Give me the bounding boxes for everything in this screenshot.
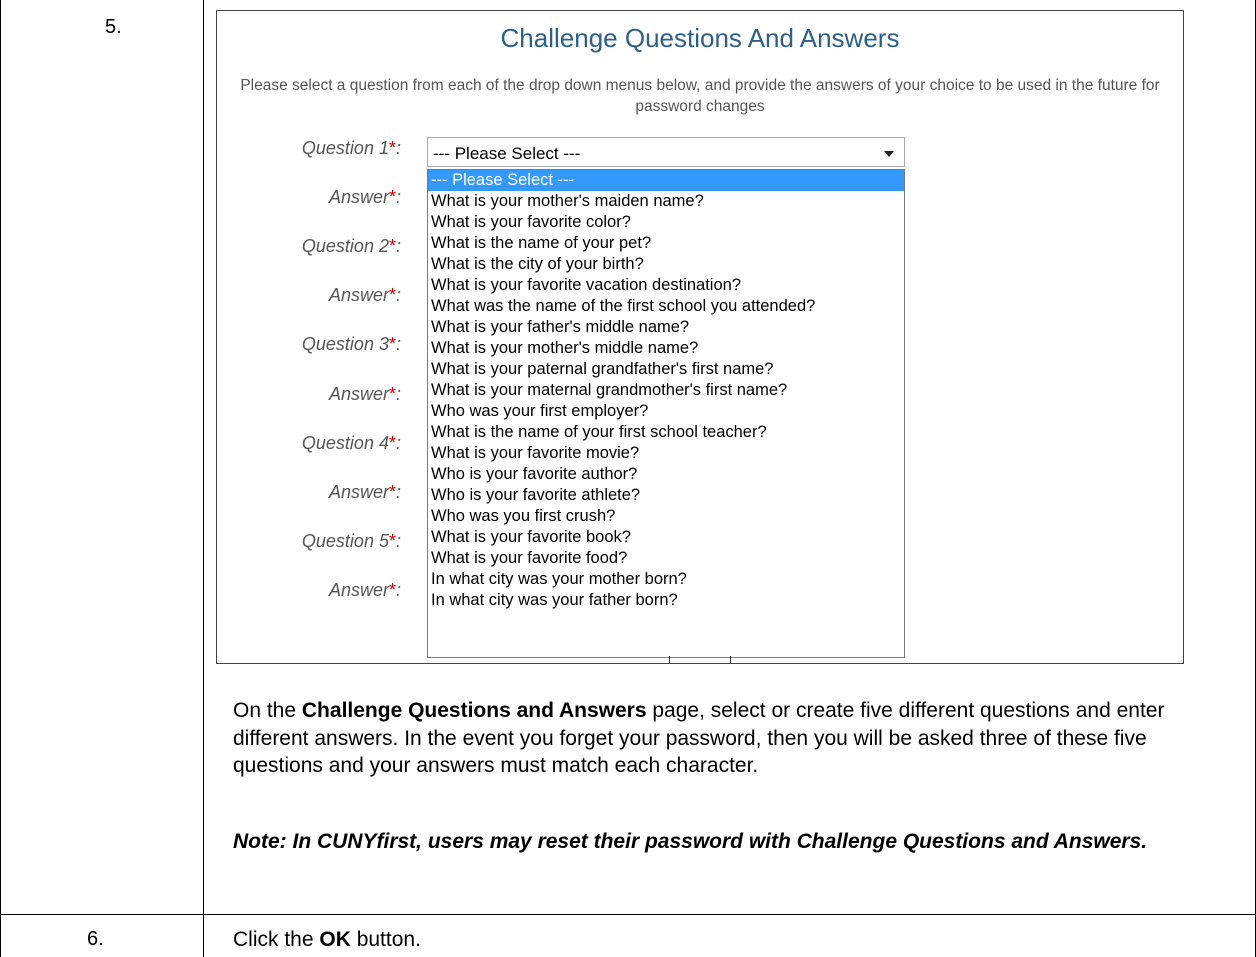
required-mark: * xyxy=(388,187,396,207)
required-mark: * xyxy=(388,285,396,305)
required-mark: * xyxy=(388,236,396,256)
ok-button-partial[interactable] xyxy=(669,656,731,663)
required-mark: * xyxy=(388,433,396,453)
challenge-questions-screenshot: Challenge Questions And Answers Please s… xyxy=(216,10,1184,664)
instruction-bold-page-name: Challenge Questions and Answers xyxy=(301,699,647,722)
dropdown-option[interactable]: Who is your favorite author? xyxy=(428,464,904,485)
question-1-select[interactable]: --- Please Select --- xyxy=(427,137,905,167)
required-mark: * xyxy=(388,334,396,354)
dropdown-option[interactable]: What is the name of your first school te… xyxy=(428,422,904,443)
dropdown-option[interactable]: What is your father's middle name? xyxy=(428,317,904,338)
dropdown-option[interactable]: What is your favorite color? xyxy=(428,212,904,233)
table-column-divider xyxy=(203,0,204,957)
ok-label: OK xyxy=(319,928,351,951)
dropdown-option[interactable]: Who is your favorite athlete? xyxy=(428,485,904,506)
question-1-dropdown-list: --- Please Select --- What is your mother… xyxy=(427,169,905,658)
dropdown-option[interactable]: What is your favorite movie? xyxy=(428,443,904,464)
dropdown-option[interactable]: What was the name of the first school yo… xyxy=(428,296,904,317)
question-5-label: Question 5*: xyxy=(301,531,401,551)
answer-1-label: Answer*: xyxy=(328,187,401,207)
required-mark: * xyxy=(388,482,396,502)
table-border-left xyxy=(0,0,1,957)
dropdown-option[interactable]: What is the name of your pet? xyxy=(428,233,904,254)
dropdown-option[interactable]: What is your mother's middle name? xyxy=(428,338,904,359)
dropdown-option[interactable]: What is your maternal grandmother's firs… xyxy=(428,380,904,401)
dropdown-option[interactable]: What is your mother's maiden name? xyxy=(428,191,904,212)
dropdown-option[interactable]: What is your paternal grandfather's firs… xyxy=(428,359,904,380)
page-title: Challenge Questions And Answers xyxy=(500,23,900,53)
intro-text: Please select a question from each of th… xyxy=(240,77,1160,115)
required-mark: * xyxy=(388,138,396,158)
required-mark: * xyxy=(388,580,396,600)
question-3-label: Question 3*: xyxy=(301,334,401,354)
instruction-paragraph: On the Challenge Questions and Answers p… xyxy=(233,699,1165,777)
step-number-5: 5. xyxy=(105,16,122,38)
step-6-instruction: Click the OK button. xyxy=(233,928,421,951)
step-number-6: 6. xyxy=(87,928,104,950)
dropdown-option[interactable]: In what city was your mother born? xyxy=(428,569,904,590)
dropdown-option[interactable]: What is your favorite food? xyxy=(428,548,904,569)
note-text: Note: In CUNYfirst, users may reset thei… xyxy=(233,830,1148,853)
dropdown-option[interactable]: Who was your first employer? xyxy=(428,401,904,422)
required-mark: * xyxy=(388,531,396,551)
answer-2-label: Answer*: xyxy=(328,285,401,305)
dropdown-option[interactable]: What is the city of your birth? xyxy=(428,254,904,275)
required-mark: * xyxy=(388,384,396,404)
dropdown-option[interactable]: In what city was your father born? xyxy=(428,590,904,611)
table-row-divider xyxy=(0,914,1256,915)
question-1-select-value: --- Please Select --- xyxy=(433,144,581,163)
answer-3-label: Answer*: xyxy=(328,384,401,404)
dropdown-option[interactable]: What is your favorite vacation destinati… xyxy=(428,275,904,296)
chevron-down-icon[interactable] xyxy=(884,151,894,157)
dropdown-option[interactable]: --- Please Select --- xyxy=(428,170,904,191)
question-4-label: Question 4*: xyxy=(301,433,401,453)
answer-5-label: Answer*: xyxy=(328,580,401,600)
dropdown-option[interactable]: Who was you first crush? xyxy=(428,506,904,527)
question-1-label: Question 1*: xyxy=(301,138,401,158)
question-2-label: Question 2*: xyxy=(301,236,401,256)
answer-4-label: Answer*: xyxy=(328,482,401,502)
dropdown-option[interactable]: What is your favorite book? xyxy=(428,527,904,548)
